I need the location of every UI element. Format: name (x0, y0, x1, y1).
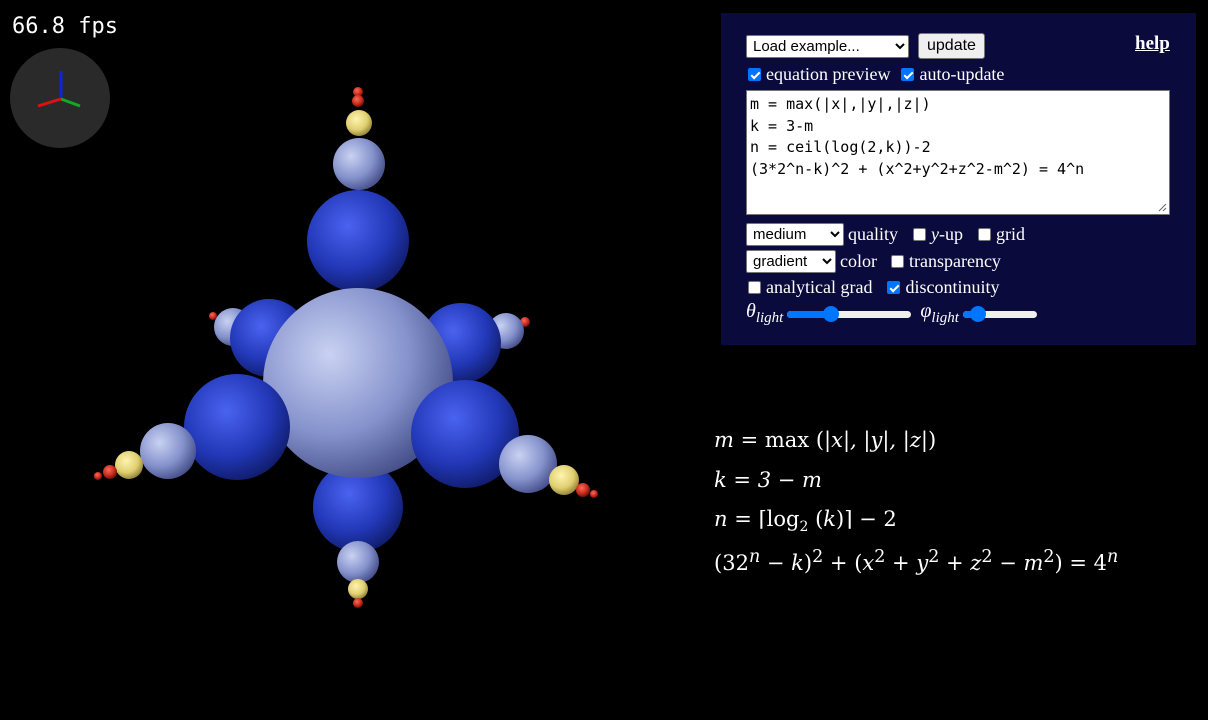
phi-light-slider-thumb[interactable] (969, 305, 986, 322)
load-example-select[interactable]: Load example... (746, 34, 909, 58)
transparency-checkbox[interactable] (890, 255, 904, 268)
equation-line-1: m = max (|x|, |y|, |z|) (714, 428, 937, 452)
phi-light-label: φlight (920, 300, 959, 326)
color-select[interactable]: gradient (746, 250, 836, 273)
3d-viewport[interactable] (0, 0, 700, 720)
theta-light-label: θlight (746, 300, 784, 326)
y-up-label: y-up (931, 224, 963, 244)
phi-light-slider[interactable] (962, 305, 1037, 322)
control-panel: Load example... update help equation pre… (721, 13, 1196, 345)
y-up-checkbox[interactable] (913, 228, 926, 241)
equation-line-2: k = 3 − m (714, 467, 822, 492)
equation-preview-label: equation preview (766, 64, 891, 84)
discontinuity-label: discontinuity (905, 277, 1000, 297)
color-row: gradient color transparency (746, 250, 1001, 273)
light-sliders-row: θlight φlight (746, 300, 1037, 327)
quality-select[interactable]: medium (746, 223, 844, 246)
resize-grip-icon[interactable] (1157, 202, 1167, 212)
grid-checkbox[interactable] (978, 228, 991, 241)
update-button[interactable]: update (918, 33, 985, 59)
quality-row: medium quality y-up grid (746, 223, 1025, 246)
transparency-label: transparency (908, 251, 1001, 271)
equation-preview: m = max (|x|, |y|, |z|) k = 3 − m n = ⌈l… (714, 428, 1118, 586)
discontinuity-checkbox[interactable] (887, 281, 901, 294)
analytical-grad-checkbox[interactable] (748, 281, 761, 294)
code-line: k = 3-m (750, 116, 814, 135)
auto-update-checkbox[interactable] (901, 68, 915, 81)
equation-editor[interactable]: m = max(|x|,|y|,|z|) k = 3-m n = ceil(log(… (746, 90, 1170, 215)
preview-options-row: equation preview auto-update (746, 64, 1004, 85)
theta-light-slider[interactable] (787, 305, 912, 322)
help-link[interactable]: help (1135, 33, 1170, 55)
theta-light-slider-thumb[interactable] (822, 305, 839, 322)
auto-update-label: auto-update (919, 64, 1005, 84)
color-label: color (840, 251, 877, 271)
equation-line-3: n = ⌈log2 (k)⌉ − 2 (714, 507, 897, 536)
equation-line-4: (32n − k)2 + (x2 + y2 + z2 − m2) = 4n (714, 546, 1119, 575)
equation-preview-checkbox[interactable] (748, 68, 761, 81)
code-line: m = max(|x|,|y|,|z|) (750, 95, 931, 113)
code-line: (3*2^n-k)^2 + (x^2+y^2+z^2-m^2) = 4^n (750, 159, 1085, 178)
surface-render (94, 87, 598, 608)
top-controls-row: Load example... update (746, 33, 985, 59)
gradient-row: analytical grad discontinuity (746, 277, 999, 298)
grid-label: grid (996, 224, 1025, 244)
analytical-grad-label: analytical grad (766, 277, 873, 297)
code-line: n = ceil(log(2,k))-2 (750, 138, 931, 156)
quality-label: quality (848, 224, 898, 244)
